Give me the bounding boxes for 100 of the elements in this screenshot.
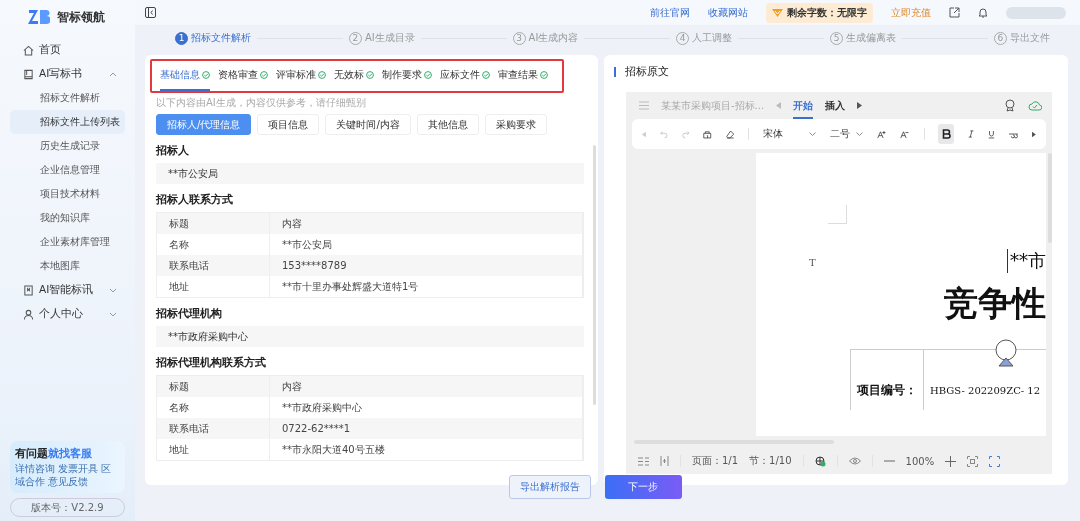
eraser-icon[interactable] bbox=[725, 128, 735, 140]
category-button[interactable]: 其他信息 bbox=[416, 114, 479, 135]
header-link[interactable]: 前往官网 bbox=[650, 5, 690, 20]
document-table-cell: 项目编号： bbox=[851, 350, 924, 410]
category-button[interactable]: 关键时间/内容 bbox=[325, 114, 411, 135]
column-header: 标题 bbox=[157, 213, 270, 234]
support-subtitle: 详情咨询 发票开具 区域合作 意见反馈 bbox=[15, 463, 113, 488]
column-header: 内容 bbox=[270, 213, 583, 234]
section-indicator: 节：1/10 bbox=[749, 454, 792, 468]
tab[interactable]: 基础信息 bbox=[160, 61, 210, 91]
nav-subitem[interactable]: 招标文件解析 bbox=[10, 86, 125, 110]
header-link[interactable]: 收藏网站 bbox=[708, 5, 748, 20]
nav-item[interactable]: 首页 bbox=[10, 38, 125, 62]
nav-item[interactable]: AI写标书 bbox=[10, 62, 125, 86]
vip-icon bbox=[772, 8, 783, 17]
right-arrow-icon[interactable] bbox=[857, 102, 863, 109]
page-indicator: 页面：1/1 bbox=[692, 454, 739, 468]
document-title: 竞争性 bbox=[944, 282, 1046, 325]
ribbon-tab[interactable]: 插入 bbox=[825, 92, 846, 119]
bold-button[interactable] bbox=[938, 124, 954, 144]
step-item: 1 招标文件解析 bbox=[175, 31, 251, 45]
tab[interactable]: 制作要求 bbox=[382, 61, 432, 91]
quota-text: 剩余字数：无限字 bbox=[787, 5, 867, 20]
step-item: 5 生成偏离表 bbox=[830, 31, 897, 45]
nav-subitem[interactable]: 企业素材库管理 bbox=[10, 230, 125, 254]
nav-subitem[interactable]: 本地图库 bbox=[10, 254, 125, 278]
nav-subitem[interactable]: 招标文件上传列表 bbox=[10, 110, 125, 134]
nav-subitem[interactable]: 企业信息管理 bbox=[10, 158, 125, 182]
assistant-icon[interactable] bbox=[993, 339, 1019, 367]
next-step-button[interactable]: 下一步 bbox=[604, 475, 682, 499]
format-painter-icon[interactable] bbox=[703, 128, 712, 140]
zoom-in-icon[interactable] bbox=[945, 455, 957, 467]
globe-check-icon[interactable] bbox=[814, 455, 826, 467]
home-icon bbox=[23, 44, 34, 56]
section-title: 招标人 bbox=[156, 143, 190, 159]
support-banner[interactable]: 有问题就找客服 详情咨询 发票开具 区域合作 意见反馈 bbox=[10, 441, 125, 493]
cloud-check-icon[interactable] bbox=[1028, 100, 1042, 111]
nav-subitem[interactable]: 历史生成记录 bbox=[10, 134, 125, 158]
section-title: 招标人联系方式 bbox=[156, 192, 234, 208]
table-cell: 地址 bbox=[157, 276, 270, 297]
caret-icon bbox=[809, 132, 817, 136]
tab[interactable]: 评审标准 bbox=[276, 61, 326, 91]
nav-item[interactable]: AI智能标讯 bbox=[10, 278, 125, 302]
column-header: 标题 bbox=[157, 376, 270, 397]
italic-icon[interactable] bbox=[967, 129, 974, 139]
brand-name: 智标领航 bbox=[57, 8, 105, 26]
table-cell: 联系电话 bbox=[157, 418, 270, 439]
section-title: 招标代理机构联系方式 bbox=[156, 355, 267, 371]
category-button[interactable]: 项目信息 bbox=[257, 114, 320, 135]
bookmark-icon bbox=[23, 284, 34, 296]
font-dropdown[interactable]: 宋体 bbox=[763, 127, 817, 141]
table-cell: **市永阳大道40号五楼 bbox=[270, 439, 583, 460]
nav-item[interactable]: 个人中心 bbox=[10, 302, 125, 326]
bold-icon bbox=[941, 129, 951, 139]
table-cell: 联系电话 bbox=[157, 255, 270, 276]
tab[interactable]: 资格审查 bbox=[218, 61, 268, 91]
tab[interactable]: 应标文件 bbox=[440, 61, 490, 91]
share-icon[interactable] bbox=[949, 7, 960, 18]
step-item: 4 人工调整 bbox=[676, 31, 733, 45]
table-cell: **市十里办事处辉盛大道特1号 bbox=[270, 276, 583, 297]
table-cell: 153****8789 bbox=[270, 255, 583, 276]
table-cell: 0722-62****1 bbox=[270, 418, 583, 439]
document-name: 某某市采购项目-招标... bbox=[661, 98, 765, 113]
size-dropdown[interactable]: 二号 bbox=[830, 127, 864, 141]
column-header: 内容 bbox=[270, 376, 583, 397]
category-button[interactable]: 采购要求 bbox=[484, 114, 547, 135]
notification-icon[interactable] bbox=[978, 7, 988, 18]
outline-icon[interactable] bbox=[638, 456, 649, 466]
nav-subitem[interactable]: 项目技术材料 bbox=[10, 182, 125, 206]
underline-icon[interactable] bbox=[987, 128, 995, 140]
ai-disclaimer: 以下内容由AI生成，内容仅供参考，请仔细甄别 bbox=[156, 96, 367, 110]
tab[interactable]: 审查结果 bbox=[498, 61, 548, 91]
document-table-cell-text: HBGS- 202209ZC- 12 bbox=[929, 383, 1042, 396]
export-report-button[interactable]: 导出解析报告 bbox=[508, 475, 591, 499]
support-title: 有问题就找客服 bbox=[15, 446, 93, 461]
table-cell: 地址 bbox=[157, 439, 270, 460]
right-arrow-icon[interactable] bbox=[1032, 130, 1036, 138]
book-icon bbox=[23, 68, 34, 80]
grow-font-icon[interactable] bbox=[877, 128, 887, 140]
zoom-level: 100% bbox=[905, 455, 935, 467]
fullscreen-icon[interactable] bbox=[989, 455, 1001, 467]
step-item: 3 AI生成内容 bbox=[512, 31, 579, 45]
caret-icon bbox=[856, 132, 864, 136]
nav-subitem[interactable]: 我的知识库 bbox=[10, 206, 125, 230]
tab[interactable]: 无效标 bbox=[334, 61, 374, 91]
scrollbar[interactable] bbox=[593, 145, 596, 405]
step-item: 6 导出文件 bbox=[993, 31, 1050, 45]
field-value: **市公安局 bbox=[156, 163, 584, 184]
field-value: **市政府采购中心 bbox=[156, 326, 584, 347]
badge-icon[interactable] bbox=[1004, 99, 1016, 112]
crop-mark bbox=[828, 205, 847, 224]
page-fit-icon[interactable] bbox=[660, 456, 669, 466]
shrink-font-icon[interactable] bbox=[900, 128, 910, 140]
document-heading: **市 bbox=[1007, 249, 1046, 273]
fit-screen-icon[interactable] bbox=[967, 455, 979, 467]
collapse-sidebar-icon[interactable] bbox=[145, 7, 156, 18]
eye-icon[interactable] bbox=[848, 457, 861, 465]
text-cursor-marker: T bbox=[809, 257, 816, 268]
panel-title: 招标原文 bbox=[625, 64, 669, 79]
section-title: 招标代理机构 bbox=[156, 306, 223, 322]
